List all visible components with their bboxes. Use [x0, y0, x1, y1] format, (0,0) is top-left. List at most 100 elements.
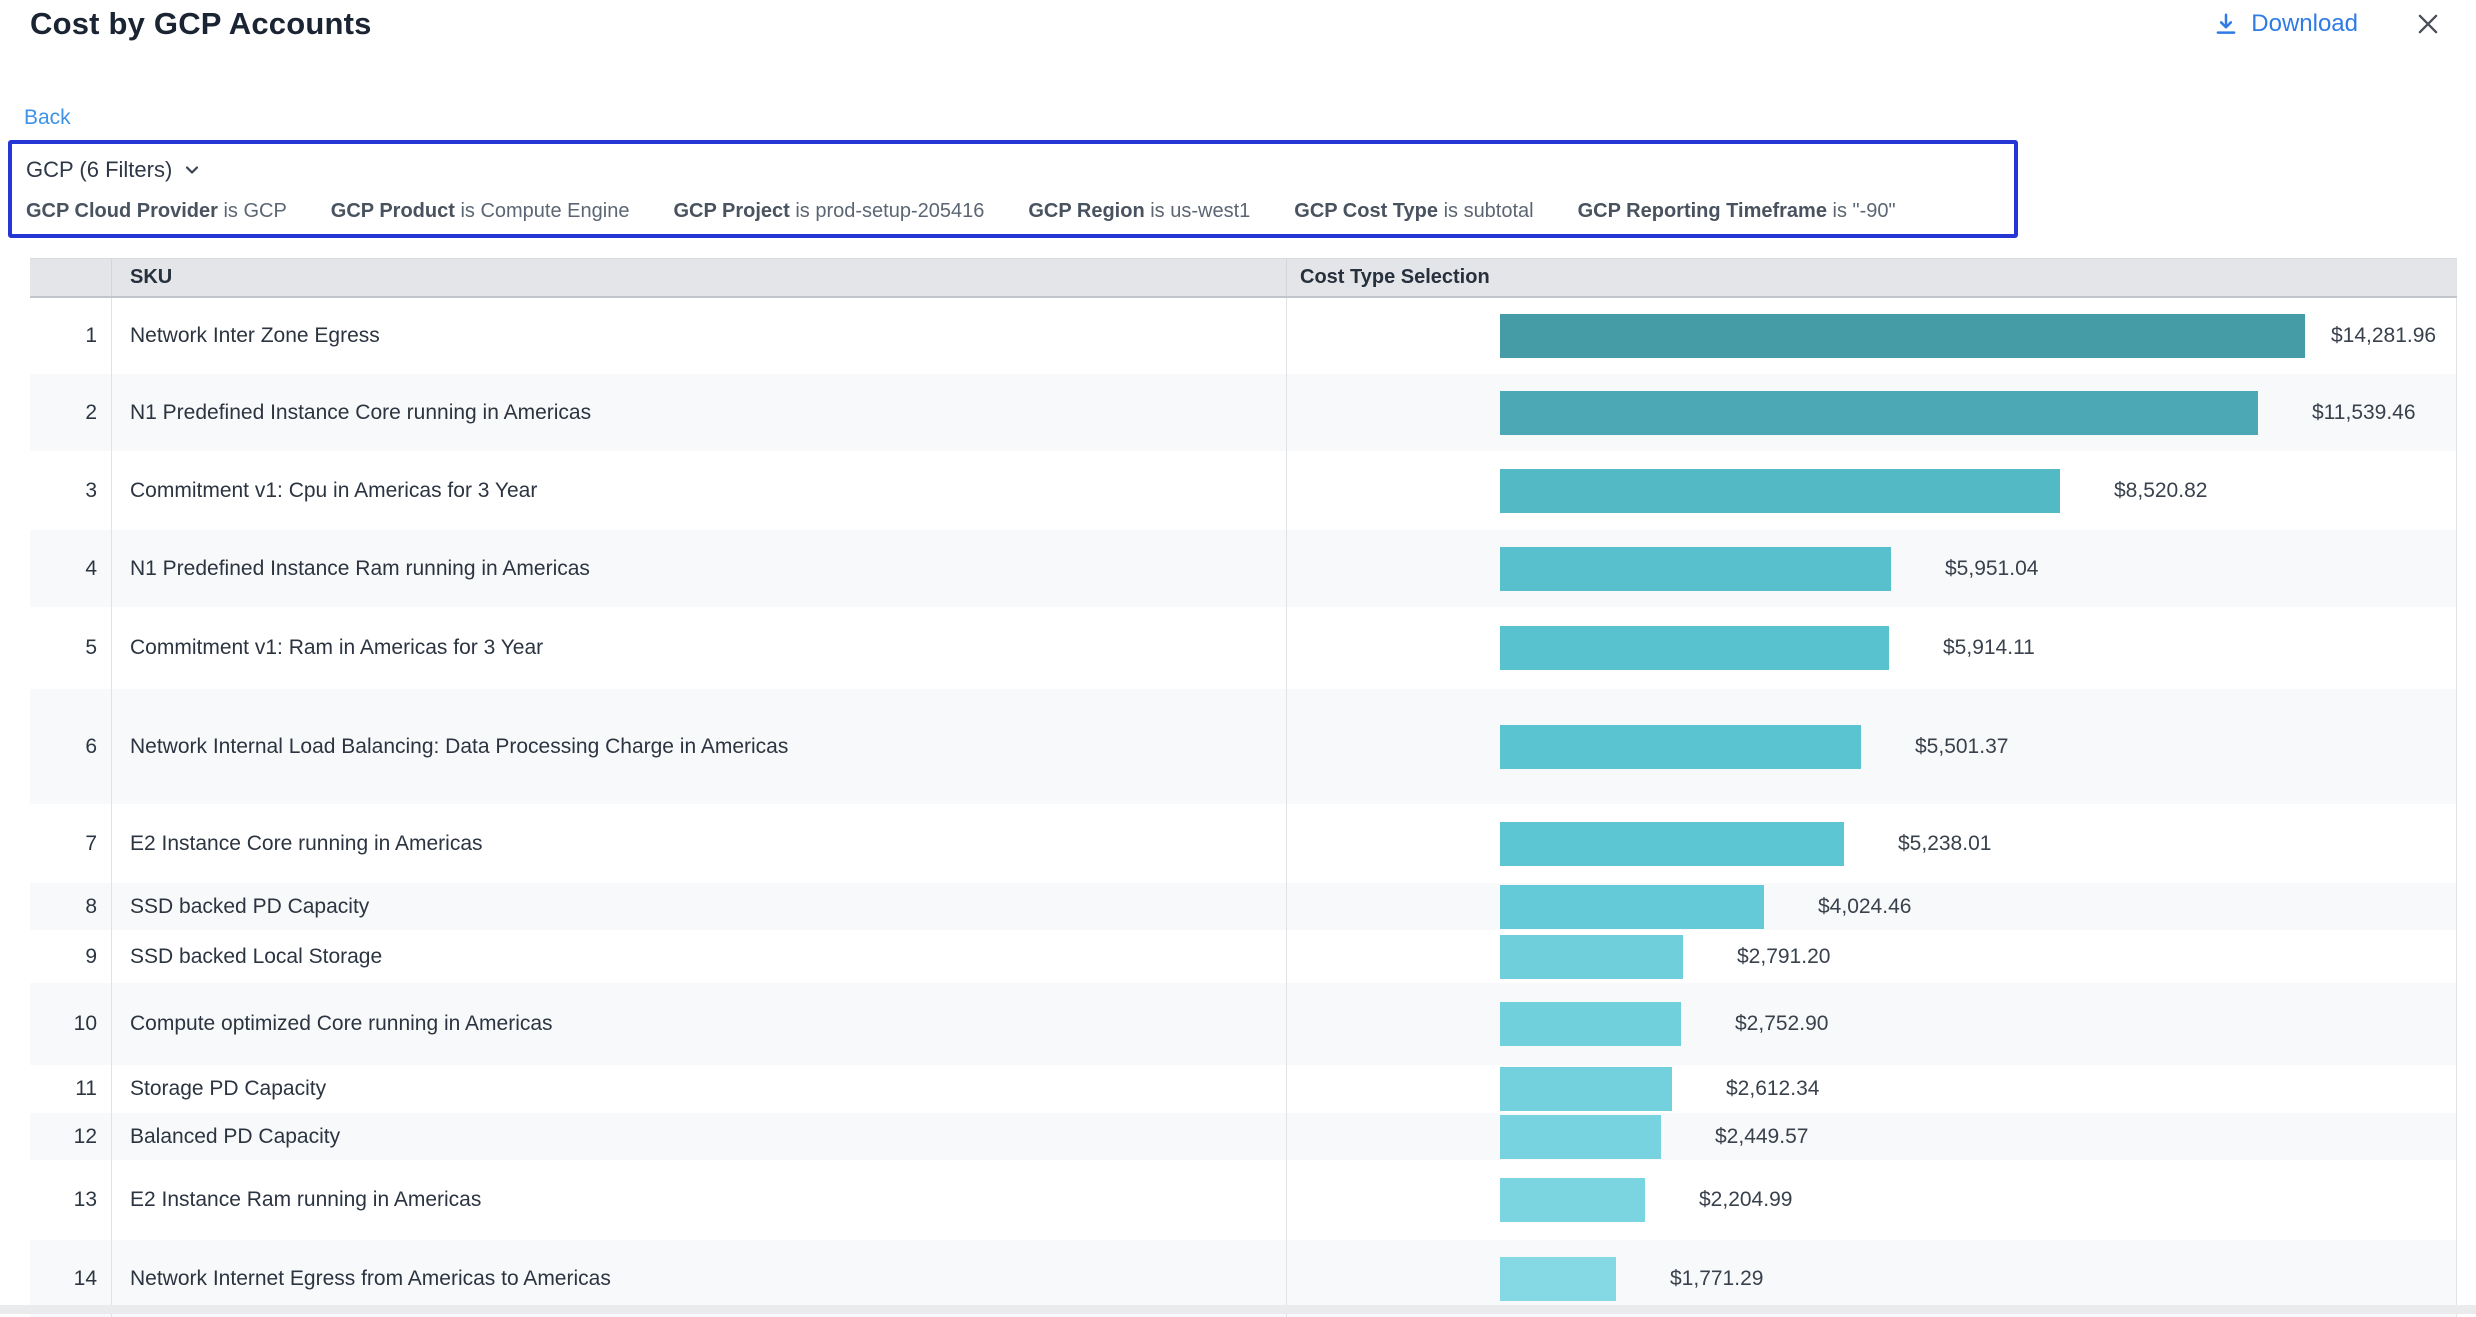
- download-icon: [2213, 11, 2239, 37]
- cost-value-label: $14,281.96: [2331, 324, 2436, 348]
- cost-bar-cell: $5,238.01: [1287, 804, 2457, 883]
- row-index: 3: [30, 451, 112, 530]
- table-row: 8SSD backed PD Capacity$4,024.46: [30, 883, 2457, 930]
- filter-chip: GCP Region is us-west1: [1028, 200, 1250, 223]
- filter-chip-predicate: is GCP: [223, 200, 286, 222]
- table-row: 12Balanced PD Capacity $2,449.57: [30, 1113, 2457, 1160]
- cost-bar[interactable]: [1500, 1002, 1681, 1046]
- sku-cell: SSD backed PD Capacity: [112, 883, 1287, 930]
- filter-group-dropdown[interactable]: GCP (6 Filters): [26, 157, 202, 183]
- row-index: 2: [30, 374, 112, 451]
- cost-bar-cell: $2,752.90: [1287, 983, 2457, 1065]
- filter-chip: GCP Project is prod-setup-205416: [673, 200, 984, 223]
- cost-value-label: $11,539.46: [2312, 401, 2416, 425]
- row-index: 11: [30, 1065, 112, 1113]
- download-button[interactable]: Download: [2213, 10, 2358, 38]
- cost-table: SKU Cost Type Selection 1Network Inter Z…: [30, 258, 2457, 1317]
- cost-value-label: $8,520.82: [2114, 479, 2207, 503]
- row-index: 6: [30, 689, 112, 804]
- filter-chip-predicate: is prod-setup-205416: [795, 200, 984, 222]
- filter-chip-predicate: is Compute Engine: [460, 200, 629, 222]
- cost-value-label: $4,024.46: [1818, 895, 1911, 919]
- sku-cell: Network Inter Zone Egress: [112, 298, 1287, 374]
- row-index: 5: [30, 607, 112, 689]
- cost-bar[interactable]: [1500, 822, 1844, 866]
- table-row: 7E2 Instance Core running in Americas$5,…: [30, 804, 2457, 883]
- cost-bar[interactable]: [1500, 1115, 1661, 1159]
- cost-value-label: $1,771.29: [1670, 1267, 1763, 1291]
- row-index: 7: [30, 804, 112, 883]
- table-row: 13E2 Instance Ram running in Americas$2,…: [30, 1160, 2457, 1240]
- row-index: 10: [30, 983, 112, 1065]
- cost-value-label: $5,914.11: [1943, 636, 2035, 660]
- filter-group-label: GCP (6 Filters): [26, 157, 172, 183]
- filter-chip-list: GCP Cloud Provider is GCP GCP Product is …: [26, 200, 2014, 223]
- cost-bar[interactable]: [1500, 547, 1891, 591]
- filter-chip: GCP Product is Compute Engine: [331, 200, 630, 223]
- table-row: 1Network Inter Zone Egress $14,281.96: [30, 298, 2457, 374]
- cost-bar-cell: $5,914.11: [1287, 607, 2457, 689]
- cost-bar[interactable]: [1500, 725, 1861, 769]
- cost-bar[interactable]: [1500, 1067, 1672, 1111]
- cost-bar[interactable]: [1500, 1257, 1616, 1301]
- row-index: 13: [30, 1160, 112, 1240]
- horizontal-scrollbar-track[interactable]: [0, 1305, 2476, 1314]
- filter-chip: GCP Reporting Timeframe is "-90": [1578, 200, 1896, 223]
- table-row: 11Storage PD Capacity $2,612.34: [30, 1065, 2457, 1113]
- chevron-down-icon: [182, 160, 202, 180]
- cost-bar-cell: $11,539.46: [1287, 374, 2457, 451]
- filter-chip-predicate: is "-90": [1833, 200, 1896, 222]
- filter-panel: GCP (6 Filters) GCP Cloud Provider is GC…: [8, 140, 2018, 238]
- sku-cell: Network Internal Load Balancing: Data Pr…: [112, 689, 1287, 804]
- cost-value-label: $2,612.34: [1726, 1077, 1819, 1101]
- cost-value-label: $2,791.20: [1737, 945, 1830, 969]
- download-label: Download: [2251, 10, 2358, 38]
- sku-cell: N1 Predefined Instance Core running in A…: [112, 374, 1287, 451]
- cost-bar[interactable]: [1500, 469, 2060, 513]
- back-link[interactable]: Back: [24, 106, 71, 130]
- table-header-cost-type-selection: Cost Type Selection: [1287, 259, 2457, 296]
- cost-value-label: $5,501.37: [1915, 735, 2008, 759]
- sku-cell: Commitment v1: Cpu in Americas for 3 Yea…: [112, 451, 1287, 530]
- filter-chip: GCP Cloud Provider is GCP: [26, 200, 287, 223]
- cost-bar-cell: $5,501.37: [1287, 689, 2457, 804]
- sku-cell: Compute optimized Core running in Americ…: [112, 983, 1287, 1065]
- cost-bar[interactable]: [1500, 885, 1764, 929]
- sku-cell: Commitment v1: Ram in Americas for 3 Yea…: [112, 607, 1287, 689]
- filter-chip-predicate: is subtotal: [1444, 200, 1534, 222]
- cost-bar-cell: $4,024.46: [1287, 883, 2457, 930]
- cost-bar-cell: $2,612.34: [1287, 1065, 2457, 1113]
- row-index: 4: [30, 530, 112, 607]
- cost-bar-cell: $2,791.20: [1287, 930, 2457, 983]
- table-header-row: SKU Cost Type Selection: [30, 258, 2457, 298]
- cost-value-label: $2,752.90: [1735, 1012, 1828, 1036]
- close-button[interactable]: [2414, 10, 2442, 38]
- cost-bar[interactable]: [1500, 1178, 1645, 1222]
- sku-cell: N1 Predefined Instance Ram running in Am…: [112, 530, 1287, 607]
- row-index: 1: [30, 298, 112, 374]
- close-icon: [2414, 10, 2442, 38]
- sku-cell: SSD backed Local Storage: [112, 930, 1287, 983]
- row-index: 9: [30, 930, 112, 983]
- filter-chip-name: GCP Product: [331, 200, 461, 222]
- sku-cell: E2 Instance Core running in Americas: [112, 804, 1287, 883]
- table-row: 2N1 Predefined Instance Core running in …: [30, 374, 2457, 451]
- cost-bar[interactable]: [1500, 314, 2305, 358]
- cost-bar[interactable]: [1500, 391, 2258, 435]
- cost-value-label: $2,449.57: [1715, 1125, 1808, 1149]
- sku-cell: Storage PD Capacity: [112, 1065, 1287, 1113]
- cost-bar[interactable]: [1500, 935, 1683, 979]
- row-index: 12: [30, 1113, 112, 1160]
- cost-value-label: $5,951.04: [1945, 557, 2038, 581]
- table-body: 1Network Inter Zone Egress$14,281.962N1 …: [30, 298, 2457, 1317]
- sku-cell: Balanced PD Capacity: [112, 1113, 1287, 1160]
- sku-cell: E2 Instance Ram running in Americas: [112, 1160, 1287, 1240]
- filter-chip-name: GCP Cloud Provider: [26, 200, 223, 222]
- table-row: 4N1 Predefined Instance Ram running in A…: [30, 530, 2457, 607]
- table-row: 9SSD backed Local Storage $2,791.20: [30, 930, 2457, 983]
- table-row: 6Network Internal Load Balancing: Data P…: [30, 689, 2457, 804]
- cost-bar[interactable]: [1500, 626, 1889, 670]
- cost-bar-cell: $5,951.04: [1287, 530, 2457, 607]
- table-row: 10Compute optimized Core running in Amer…: [30, 983, 2457, 1065]
- table-header-sku: SKU: [112, 259, 1287, 296]
